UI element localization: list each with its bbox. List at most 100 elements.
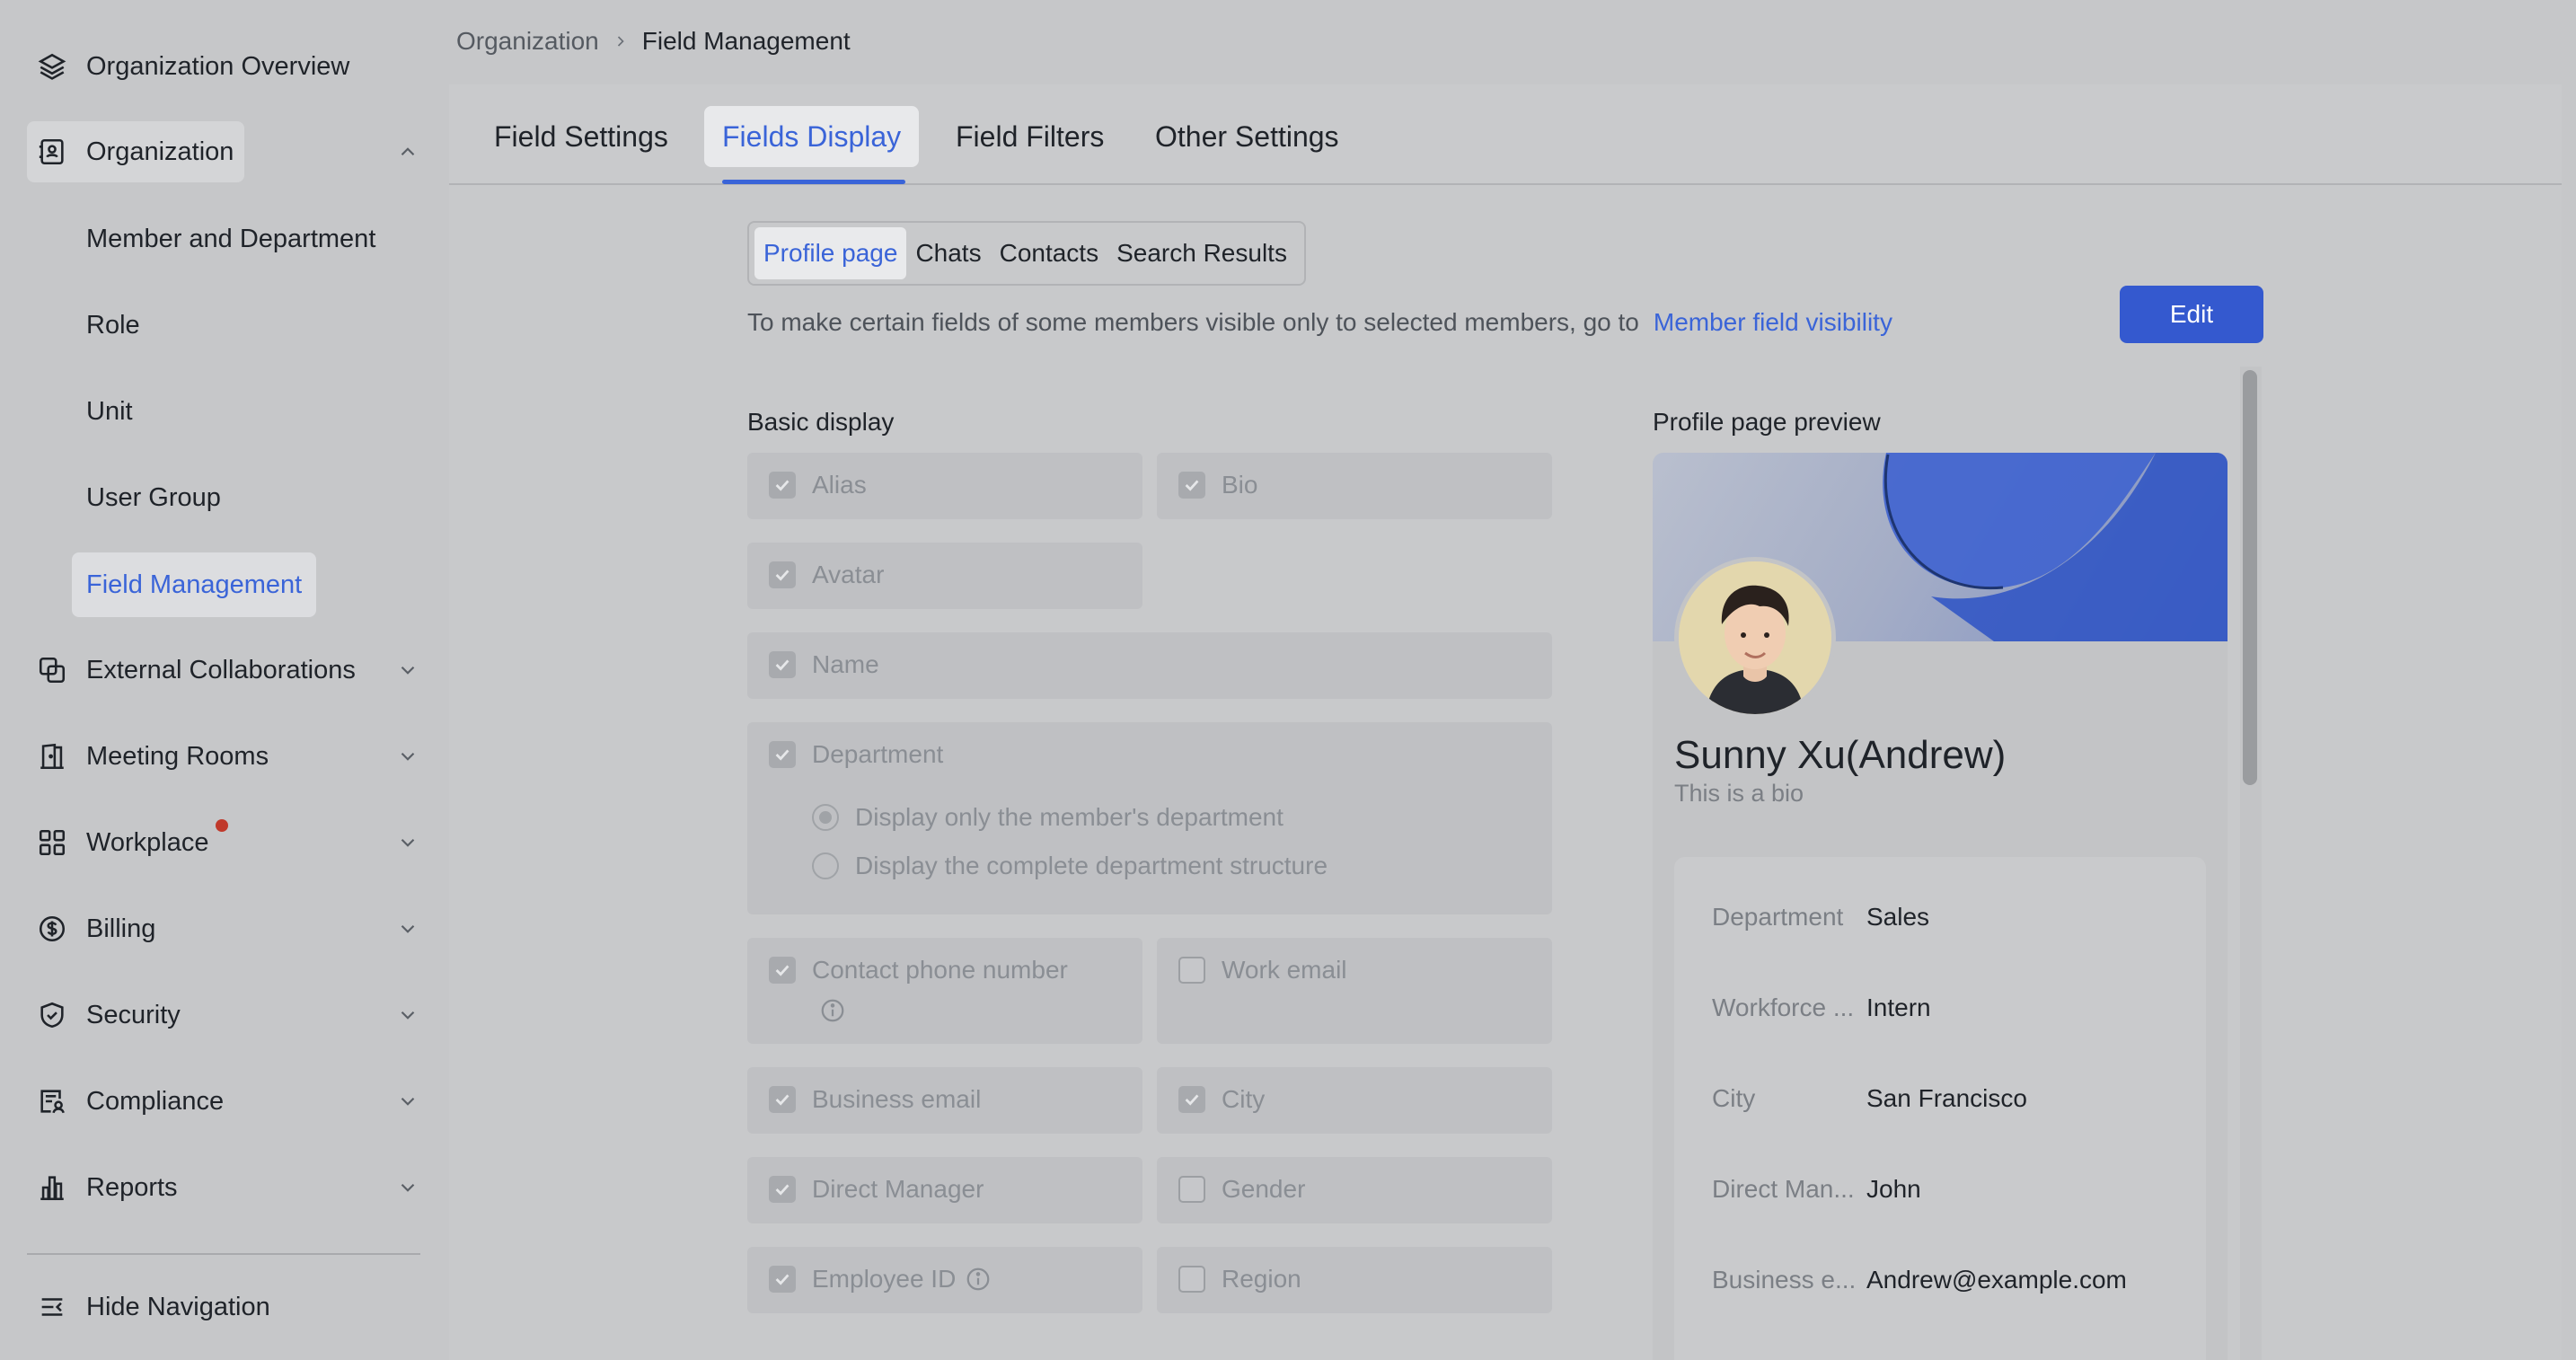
- chevron-down-icon: [393, 1173, 422, 1202]
- checkbox-gender[interactable]: Gender: [1178, 1175, 1305, 1204]
- checkbox-direct-manager[interactable]: Direct Manager: [769, 1175, 984, 1204]
- nav-label: Organization: [86, 137, 234, 166]
- preview-scrollbar-thumb[interactable]: [2243, 370, 2257, 785]
- checkbox-label: City: [1222, 1085, 1266, 1113]
- breadcrumb-parent[interactable]: Organization: [456, 27, 599, 56]
- info-icon[interactable]: [819, 997, 846, 1024]
- info-row-direct-manager: Direct Man... John: [1712, 1175, 1921, 1204]
- sidebar-item-member-and-department[interactable]: Member and Department: [72, 208, 390, 269]
- contact-card-icon: [36, 136, 68, 168]
- nav-compliance[interactable]: Compliance: [27, 1071, 422, 1132]
- checkbox-label: Avatar: [812, 561, 885, 588]
- hide-navigation-button[interactable]: Hide Navigation: [27, 1276, 422, 1338]
- checkbox-department[interactable]: Department: [769, 740, 943, 769]
- field-box-work-email: [1157, 938, 1552, 1044]
- checkbox-avatar[interactable]: Avatar: [769, 561, 884, 589]
- checkbox-name[interactable]: Name: [769, 650, 879, 679]
- chevron-up-icon: [393, 137, 422, 166]
- chevron-down-icon: [393, 914, 422, 943]
- checkbox-label: Work email: [1222, 956, 1347, 984]
- nav-organization-overview[interactable]: Organization Overview: [27, 36, 422, 97]
- checkbox-city[interactable]: City: [1178, 1085, 1265, 1114]
- grid-icon: [36, 826, 68, 859]
- nav-meeting-rooms[interactable]: Meeting Rooms: [27, 726, 422, 787]
- sidebar-item-field-management[interactable]: Field Management: [72, 552, 317, 617]
- document-user-icon: [36, 1085, 68, 1117]
- checkbox-employee-id[interactable]: Employee ID: [769, 1265, 992, 1294]
- basic-display-title: Basic display: [747, 408, 895, 436]
- checkbox-work-email[interactable]: Work email: [1178, 956, 1347, 985]
- nav-reports[interactable]: Reports: [27, 1157, 422, 1218]
- tab-other-settings[interactable]: Other Settings: [1137, 106, 1357, 167]
- checkbox-unchecked-icon: [1178, 957, 1205, 984]
- tab-fields-display[interactable]: Fields Display: [704, 106, 920, 167]
- sidebar-item-unit[interactable]: Unit: [72, 381, 147, 442]
- profile-name: Sunny Xu(Andrew): [1674, 733, 2007, 777]
- checkbox-unchecked-icon: [1178, 1266, 1205, 1293]
- tab-field-settings[interactable]: Field Settings: [476, 106, 686, 167]
- nav-label: Meeting Rooms: [86, 741, 269, 771]
- nav-label: Reports: [86, 1172, 178, 1202]
- checkbox-alias[interactable]: Alias: [769, 471, 867, 499]
- segment-search-results[interactable]: Search Results: [1107, 227, 1296, 279]
- preview-title: Profile page preview: [1653, 408, 1881, 436]
- sidebar-item-role[interactable]: Role: [72, 295, 154, 356]
- collapse-menu-icon: [36, 1291, 68, 1323]
- nav-external-collaborations[interactable]: External Collaborations: [27, 640, 422, 701]
- nav-billing[interactable]: Billing: [27, 898, 422, 959]
- checkbox-label: Department: [812, 740, 944, 768]
- info-value: San Francisco: [1866, 1084, 2027, 1112]
- checkbox-checked-icon: [769, 741, 796, 768]
- checkbox-business-email[interactable]: Business email: [769, 1085, 981, 1114]
- nav-label: Billing: [86, 914, 156, 943]
- checkbox-region[interactable]: Region: [1178, 1265, 1301, 1294]
- info-value: Sales: [1866, 903, 1930, 931]
- nav-label: Workplace: [86, 827, 209, 857]
- edit-button[interactable]: Edit: [2120, 286, 2263, 343]
- checkbox-label: Business email: [812, 1085, 982, 1113]
- nav-organization[interactable]: Organization: [27, 121, 422, 182]
- tab-field-filters[interactable]: Field Filters: [938, 106, 1122, 167]
- nav-label: Security: [86, 1000, 181, 1029]
- checkbox-contact-phone[interactable]: Contact phone number: [769, 956, 1068, 985]
- checkbox-label: Contact phone number: [812, 956, 1068, 984]
- info-value: Andrew@example.com: [1866, 1266, 2127, 1294]
- external-link-squares-icon: [36, 654, 68, 686]
- avatar: [1674, 557, 1836, 719]
- info-key: Workforce ...: [1712, 994, 1855, 1021]
- checkbox-checked-icon: [769, 957, 796, 984]
- segment-contacts[interactable]: Contacts: [991, 227, 1108, 279]
- hint-text: To make certain fields of some members v…: [747, 308, 1639, 336]
- checkbox-bio[interactable]: Bio: [1178, 471, 1257, 499]
- nav-workplace[interactable]: Workplace: [27, 812, 422, 873]
- info-row-business-email: Business e... Andrew@example.com: [1712, 1266, 2127, 1294]
- info-icon[interactable]: [965, 1266, 992, 1293]
- bar-chart-icon: [36, 1171, 68, 1204]
- segment-profile-page[interactable]: Profile page: [754, 227, 907, 279]
- breadcrumb: Organization Field Management: [456, 27, 851, 56]
- checkbox-checked-icon: [1178, 472, 1205, 499]
- checkbox-checked-icon: [769, 651, 796, 678]
- nav-label: Hide Navigation: [86, 1292, 270, 1321]
- checkbox-label: Gender: [1222, 1175, 1306, 1203]
- nav-label: Organization Overview: [86, 51, 350, 81]
- info-value: John: [1866, 1175, 1921, 1203]
- info-key: City: [1712, 1084, 1756, 1112]
- notification-dot: [216, 819, 228, 832]
- nav-security[interactable]: Security: [27, 985, 422, 1046]
- radio-department-full[interactable]: Display the complete department structur…: [812, 852, 1328, 880]
- chevron-right-icon: [617, 36, 624, 47]
- info-value: Intern: [1866, 994, 1931, 1021]
- door-icon: [36, 740, 68, 773]
- segment-chats[interactable]: Chats: [906, 227, 990, 279]
- radio-selected-icon: [812, 804, 839, 831]
- layers-icon: [36, 50, 68, 83]
- shield-icon: [36, 999, 68, 1031]
- display-segment-control: Profile page Chats Contacts Search Resul…: [747, 221, 1306, 286]
- field-box-contact-phone: [747, 938, 1142, 1044]
- radio-department-only[interactable]: Display only the member's department: [812, 803, 1284, 832]
- visibility-hint: To make certain fields of some members v…: [747, 308, 1892, 337]
- chevron-down-icon: [393, 828, 422, 857]
- sidebar-item-user-group[interactable]: User Group: [72, 467, 235, 528]
- member-field-visibility-link[interactable]: Member field visibility: [1654, 308, 1892, 337]
